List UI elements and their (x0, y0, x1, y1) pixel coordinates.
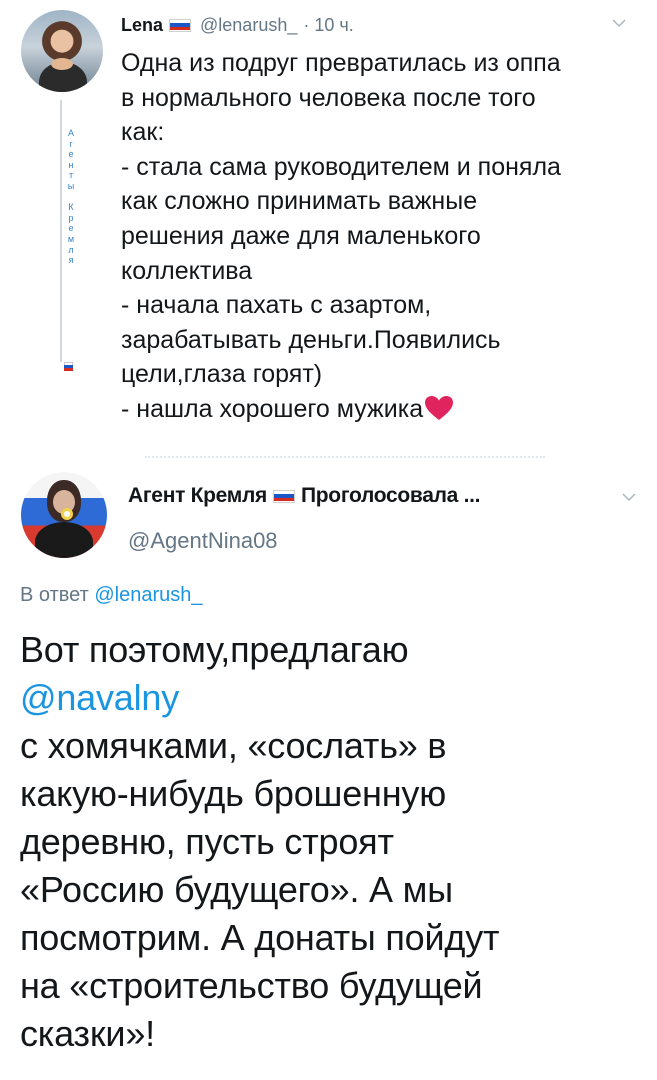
reply-handle-link[interactable]: @lenarush_ (94, 584, 202, 606)
thread-line (60, 100, 62, 362)
side-label: Агенты Кремля (67, 128, 75, 266)
reply-to: В ответ @lenarush_ (20, 584, 202, 607)
tweet-line: на «строительство будущей (20, 965, 483, 1006)
chevron-down-icon[interactable] (622, 490, 636, 504)
thread-separator (145, 456, 545, 458)
red-heart-emoji (424, 395, 454, 421)
mention-link[interactable]: @navalny (20, 674, 650, 722)
avatar-skin (51, 58, 73, 70)
avatar-figure (35, 522, 93, 558)
tweet-line: с хомячками, «сослать» в (20, 725, 447, 766)
side-flag-icon (64, 362, 73, 371)
avatar-agentnina[interactable] (21, 472, 107, 558)
author-handle[interactable]: @lenarush_ (200, 15, 297, 36)
tweet-line: сказки»! (20, 1013, 155, 1054)
tweet-line: деревню, пусть строят (20, 821, 394, 862)
reply-prefix: В ответ (20, 584, 89, 606)
tweet-1-header: Lena @lenarush_ · 10 ч. (121, 12, 354, 38)
avatar-lena[interactable] (21, 10, 103, 92)
russia-flag-icon (272, 489, 295, 503)
tweet-line: какую-нибудь брошенную (20, 773, 447, 814)
tweet-line: «Россию будущего». А мы (20, 869, 453, 910)
tweet-time[interactable]: · 10 ч. (303, 15, 353, 36)
tweet-line: посмотрим. А донаты пойдут (20, 917, 500, 958)
tweet-line: Вот поэтому,предлагаю (20, 629, 409, 670)
flower-icon (61, 508, 73, 520)
tweet-2-author[interactable]: Агент Кремля Проголосовала ... (128, 484, 481, 508)
russia-flag-icon (169, 18, 192, 32)
chevron-down-icon[interactable] (612, 16, 626, 30)
tweet-1-text: Одна из подруг превратилась из оппа в но… (121, 46, 641, 427)
author-name-suffix[interactable]: Проголосовала ... (301, 484, 481, 508)
tweet-2-text: Вот поэтому,предлагаю @navalny с хомячка… (20, 626, 650, 1058)
tweet-1: Агенты Кремля Lena @lenarush_ · 10 ч. Од… (0, 0, 657, 462)
author-name[interactable]: Lena (121, 15, 163, 36)
author-handle[interactable]: @AgentNina08 (128, 528, 278, 554)
tweet-1-body: Одна из подруг превратилась из оппа в но… (121, 49, 561, 423)
author-name[interactable]: Агент Кремля (128, 484, 267, 508)
